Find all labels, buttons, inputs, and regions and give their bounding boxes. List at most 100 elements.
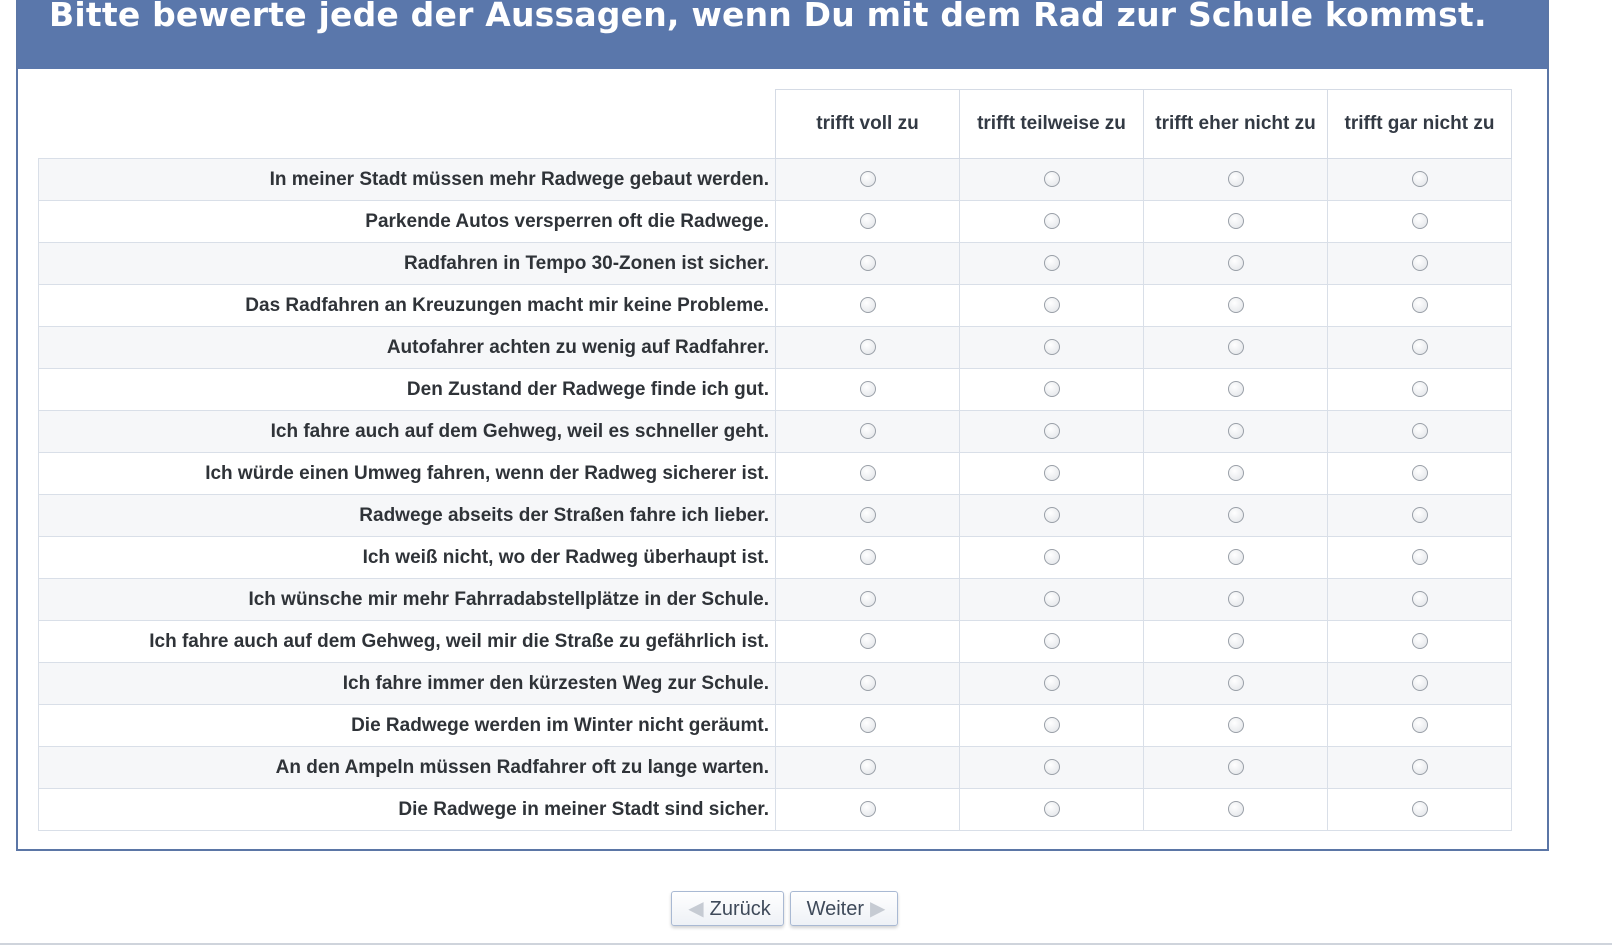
radio-eher-nicht[interactable] bbox=[1227, 381, 1244, 398]
radio-teilweise[interactable] bbox=[1043, 339, 1060, 356]
next-button[interactable]: Weiter ▶ bbox=[790, 891, 898, 926]
statement-text: Ich fahre immer den kürzesten Weg zur Sc… bbox=[38, 662, 776, 705]
radio-gar-nicht[interactable] bbox=[1411, 675, 1428, 692]
radio-cell bbox=[775, 494, 960, 537]
radio-teilweise[interactable] bbox=[1043, 633, 1060, 650]
radio-voll[interactable] bbox=[859, 297, 876, 314]
radio-voll[interactable] bbox=[859, 675, 876, 692]
radio-eher-nicht[interactable] bbox=[1227, 339, 1244, 356]
back-button[interactable]: ◀ Zurück bbox=[671, 891, 784, 926]
radio-gar-nicht[interactable] bbox=[1411, 297, 1428, 314]
matrix-body: In meiner Stadt müssen mehr Radwege geba… bbox=[38, 158, 1512, 831]
radio-voll[interactable] bbox=[859, 507, 876, 524]
radio-teilweise[interactable] bbox=[1043, 801, 1060, 818]
radio-voll[interactable] bbox=[859, 759, 876, 776]
radio-gar-nicht[interactable] bbox=[1411, 423, 1428, 440]
radio-teilweise[interactable] bbox=[1043, 717, 1060, 734]
radio-cell bbox=[1327, 536, 1512, 579]
panel-header: Bitte bewerte jede der Aussagen, wenn Du… bbox=[18, 0, 1547, 69]
radio-gar-nicht[interactable] bbox=[1411, 465, 1428, 482]
radio-cell bbox=[775, 662, 960, 705]
radio-cell bbox=[1143, 620, 1328, 663]
statement-row: Ich weiß nicht, wo der Radweg überhaupt … bbox=[38, 536, 1512, 579]
radio-eher-nicht[interactable] bbox=[1227, 297, 1244, 314]
radio-gar-nicht[interactable] bbox=[1411, 255, 1428, 272]
radio-eher-nicht[interactable] bbox=[1227, 423, 1244, 440]
radio-eher-nicht[interactable] bbox=[1227, 465, 1244, 482]
radio-teilweise[interactable] bbox=[1043, 255, 1060, 272]
radio-cell bbox=[1143, 578, 1328, 621]
radio-voll[interactable] bbox=[859, 171, 876, 188]
radio-teilweise[interactable] bbox=[1043, 423, 1060, 440]
statement-text: Ich fahre auch auf dem Gehweg, weil mir … bbox=[38, 620, 776, 663]
radio-gar-nicht[interactable] bbox=[1411, 717, 1428, 734]
radio-cell bbox=[1143, 788, 1328, 831]
radio-gar-nicht[interactable] bbox=[1411, 339, 1428, 356]
radio-eher-nicht[interactable] bbox=[1227, 507, 1244, 524]
radio-teilweise[interactable] bbox=[1043, 297, 1060, 314]
statement-row: Ich fahre immer den kürzesten Weg zur Sc… bbox=[38, 662, 1512, 705]
radio-eher-nicht[interactable] bbox=[1227, 549, 1244, 566]
radio-gar-nicht[interactable] bbox=[1411, 591, 1428, 608]
radio-voll[interactable] bbox=[859, 423, 876, 440]
radio-voll[interactable] bbox=[859, 549, 876, 566]
radio-gar-nicht[interactable] bbox=[1411, 801, 1428, 818]
statement-text: Radwege abseits der Straßen fahre ich li… bbox=[38, 494, 776, 537]
radio-voll[interactable] bbox=[859, 255, 876, 272]
radio-cell bbox=[775, 536, 960, 579]
radio-cell bbox=[1143, 662, 1328, 705]
statement-text: Parkende Autos versperren oft die Radweg… bbox=[38, 200, 776, 243]
radio-eher-nicht[interactable] bbox=[1227, 171, 1244, 188]
header-corner bbox=[39, 90, 776, 159]
radio-voll[interactable] bbox=[859, 717, 876, 734]
radio-cell bbox=[959, 368, 1144, 411]
statement-text: Ich würde einen Umweg fahren, wenn der R… bbox=[38, 452, 776, 495]
radio-voll[interactable] bbox=[859, 381, 876, 398]
radio-voll[interactable] bbox=[859, 465, 876, 482]
statement-row: Die Radwege in meiner Stadt sind sicher. bbox=[38, 788, 1512, 831]
radio-cell bbox=[1143, 200, 1328, 243]
radio-gar-nicht[interactable] bbox=[1411, 633, 1428, 650]
radio-gar-nicht[interactable] bbox=[1411, 171, 1428, 188]
radio-cell bbox=[959, 704, 1144, 747]
radio-cell bbox=[1327, 494, 1512, 537]
radio-eher-nicht[interactable] bbox=[1227, 591, 1244, 608]
radio-teilweise[interactable] bbox=[1043, 507, 1060, 524]
radio-cell bbox=[1327, 620, 1512, 663]
radio-cell bbox=[959, 326, 1144, 369]
radio-cell bbox=[775, 452, 960, 495]
statement-text: Ich fahre auch auf dem Gehweg, weil es s… bbox=[38, 410, 776, 453]
statement-row: Ich fahre auch auf dem Gehweg, weil es s… bbox=[38, 410, 1512, 453]
radio-eher-nicht[interactable] bbox=[1227, 759, 1244, 776]
radio-teilweise[interactable] bbox=[1043, 213, 1060, 230]
radio-teilweise[interactable] bbox=[1043, 675, 1060, 692]
radio-eher-nicht[interactable] bbox=[1227, 213, 1244, 230]
radio-teilweise[interactable] bbox=[1043, 171, 1060, 188]
radio-cell bbox=[1327, 410, 1512, 453]
statement-row: Radfahren in Tempo 30-Zonen ist sicher. bbox=[38, 242, 1512, 285]
radio-eher-nicht[interactable] bbox=[1227, 675, 1244, 692]
radio-teilweise[interactable] bbox=[1043, 759, 1060, 776]
radio-gar-nicht[interactable] bbox=[1411, 381, 1428, 398]
radio-voll[interactable] bbox=[859, 633, 876, 650]
radio-teilweise[interactable] bbox=[1043, 549, 1060, 566]
radio-gar-nicht[interactable] bbox=[1411, 507, 1428, 524]
radio-teilweise[interactable] bbox=[1043, 381, 1060, 398]
radio-eher-nicht[interactable] bbox=[1227, 255, 1244, 272]
radio-voll[interactable] bbox=[859, 591, 876, 608]
radio-eher-nicht[interactable] bbox=[1227, 801, 1244, 818]
radio-teilweise[interactable] bbox=[1043, 591, 1060, 608]
column-header-gar-nicht: trifft gar nicht zu bbox=[1327, 89, 1512, 159]
radio-voll[interactable] bbox=[859, 213, 876, 230]
radio-cell bbox=[1143, 158, 1328, 201]
radio-cell bbox=[1327, 284, 1512, 327]
radio-voll[interactable] bbox=[859, 801, 876, 818]
radio-cell bbox=[775, 788, 960, 831]
radio-eher-nicht[interactable] bbox=[1227, 717, 1244, 734]
radio-gar-nicht[interactable] bbox=[1411, 759, 1428, 776]
radio-gar-nicht[interactable] bbox=[1411, 549, 1428, 566]
radio-teilweise[interactable] bbox=[1043, 465, 1060, 482]
radio-eher-nicht[interactable] bbox=[1227, 633, 1244, 650]
radio-gar-nicht[interactable] bbox=[1411, 213, 1428, 230]
radio-voll[interactable] bbox=[859, 339, 876, 356]
